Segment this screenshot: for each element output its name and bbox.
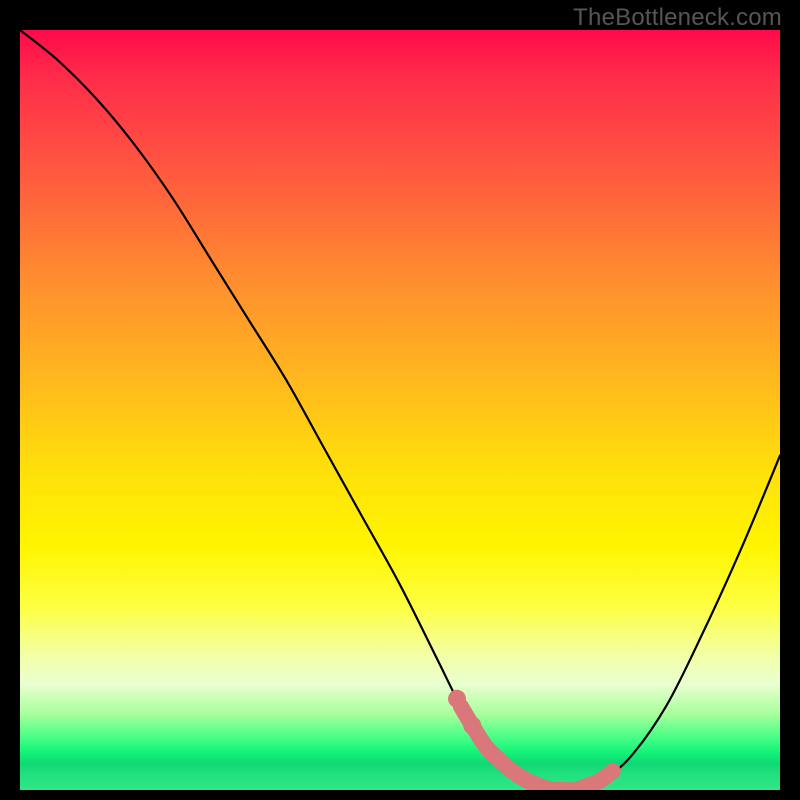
highlight-dot-2 (463, 716, 481, 734)
curve-svg (20, 30, 780, 790)
highlight-region-line (461, 706, 613, 790)
watermark-text: TheBottleneck.com (573, 4, 782, 32)
chart-frame: TheBottleneck.com (0, 0, 800, 800)
plot-area (20, 30, 780, 790)
highlight-dot-1 (448, 690, 466, 708)
bottleneck-curve-line (20, 30, 780, 790)
